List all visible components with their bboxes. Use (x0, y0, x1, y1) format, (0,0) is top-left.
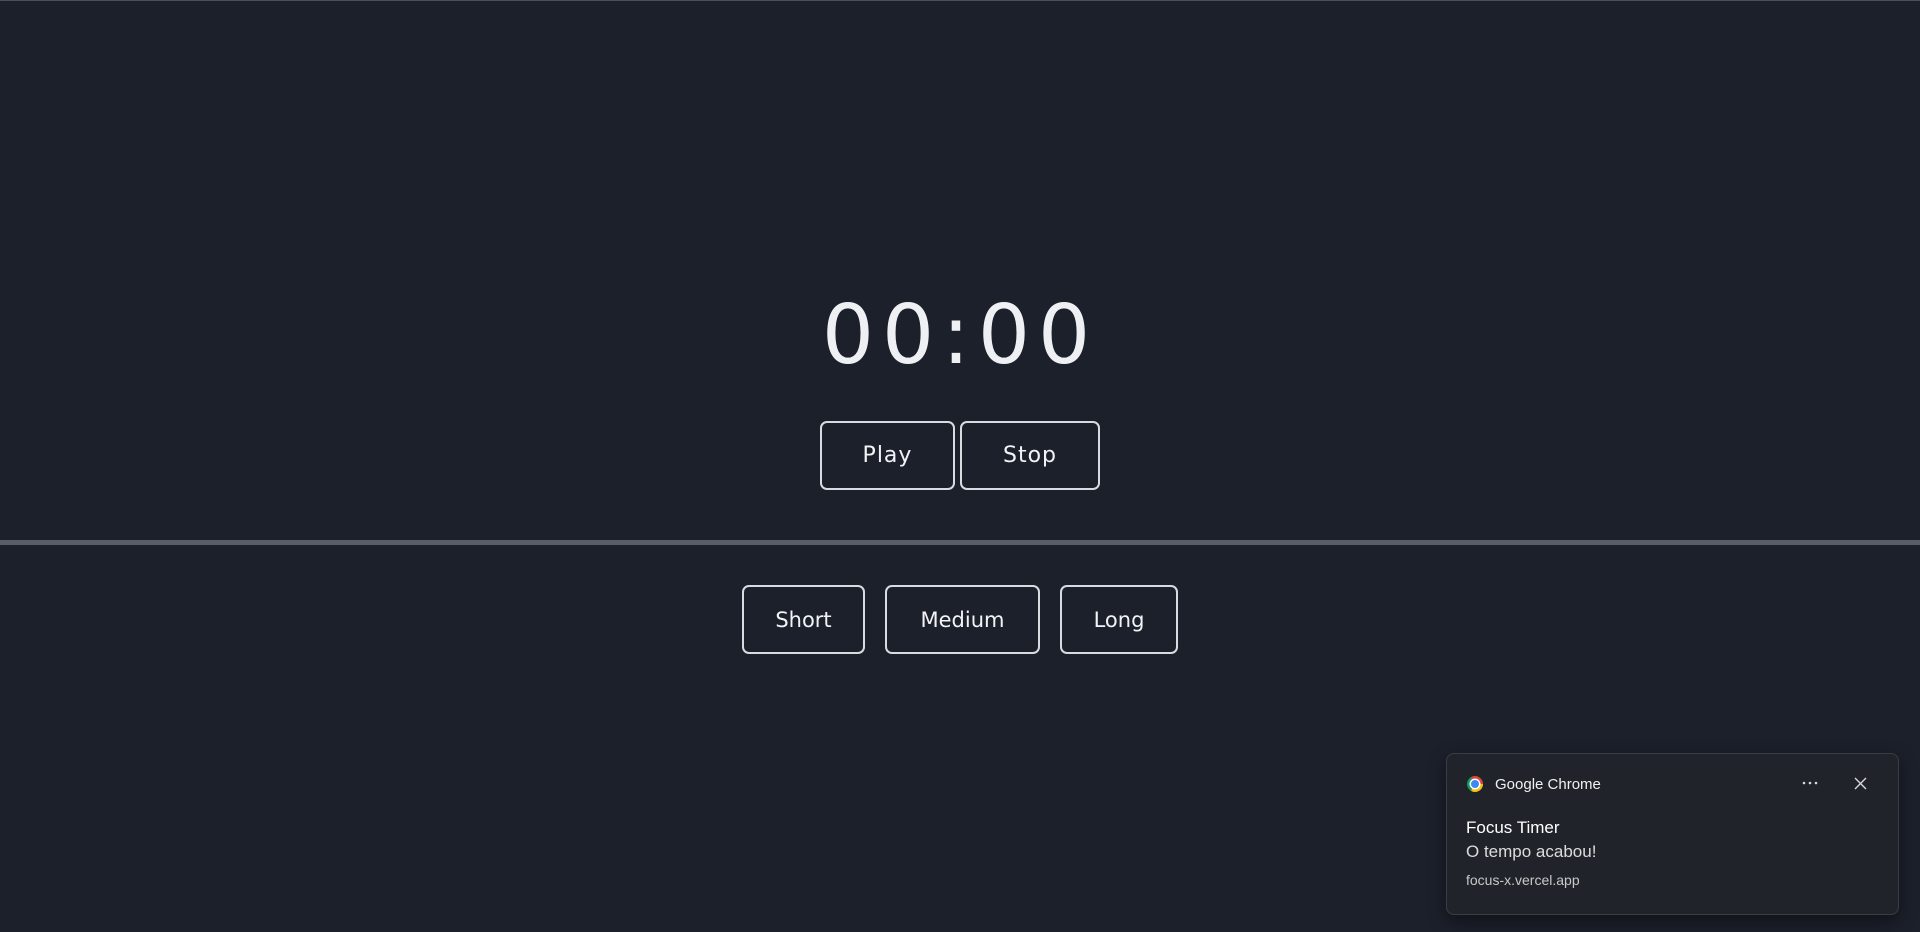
notification-app-name: Google Chrome (1495, 775, 1601, 793)
top-border (0, 0, 1920, 1)
stop-button[interactable]: Stop (960, 421, 1100, 490)
chrome-notification[interactable]: Google Chrome Focus Timer O tempo acabou… (1446, 753, 1899, 915)
notification-header: Google Chrome (1467, 772, 1601, 796)
notification-source: focus-x.vercel.app (1466, 872, 1580, 888)
section-divider (0, 540, 1920, 545)
focus-timer-page: 00:00 Play Stop Short Medium Long Google… (0, 0, 1920, 932)
long-preset-button[interactable]: Long (1060, 585, 1178, 654)
more-options-icon[interactable] (1795, 768, 1825, 798)
notification-title: Focus Timer (1466, 818, 1560, 837)
medium-preset-button[interactable]: Medium (885, 585, 1040, 654)
timer-display: 00:00 (821, 288, 1099, 383)
notification-body: O tempo acabou! (1466, 842, 1597, 861)
close-icon[interactable] (1845, 768, 1875, 798)
chrome-icon (1467, 776, 1483, 792)
short-preset-button[interactable]: Short (742, 585, 865, 654)
play-button[interactable]: Play (820, 421, 955, 490)
